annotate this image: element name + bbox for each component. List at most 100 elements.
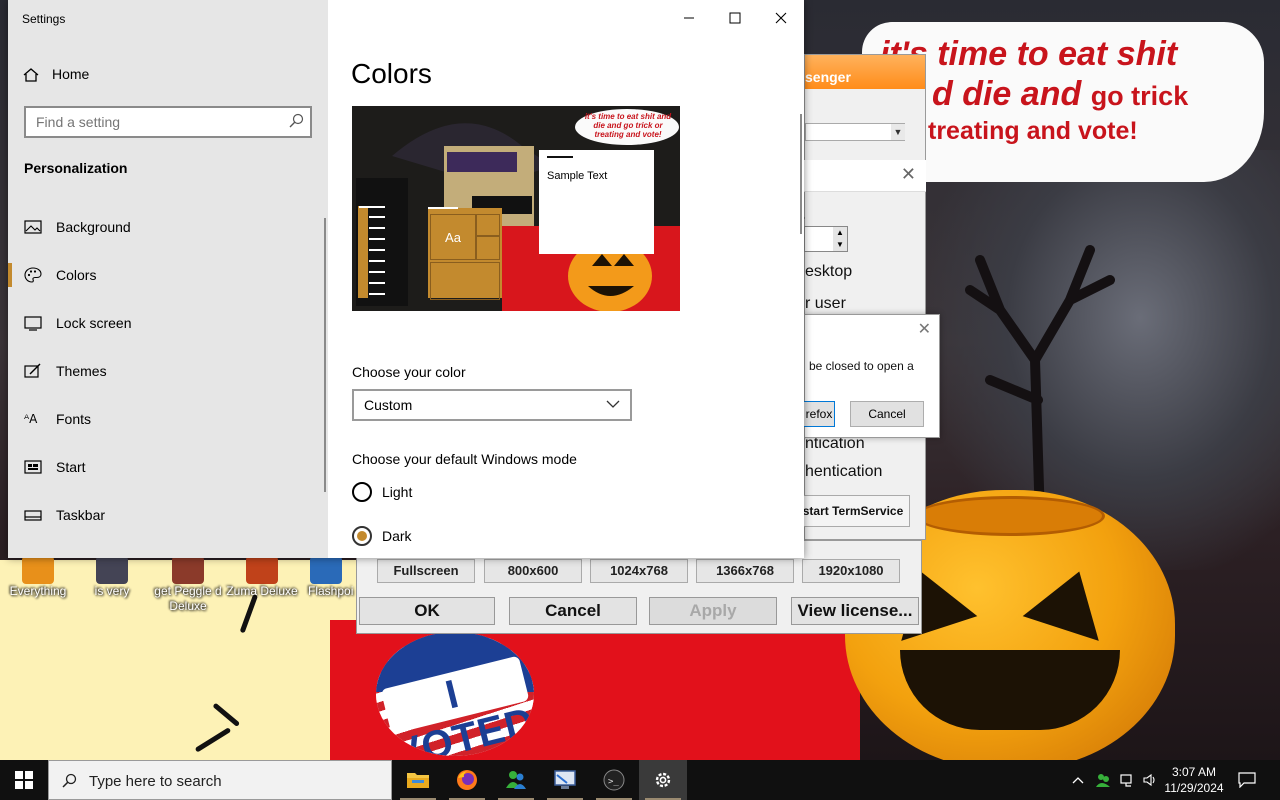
background-messenger-window[interactable]: senger ▼ esktop r user ntication hentica… — [804, 54, 926, 540]
preview-sample-text: Sample Text — [547, 170, 608, 182]
content-scrollbar[interactable] — [800, 114, 802, 234]
desktop-icon-label: Zuma Deluxe — [226, 584, 298, 598]
terminal-app-icon: >_ — [603, 769, 625, 791]
radio-circle-checked[interactable] — [352, 526, 372, 546]
show-hidden-icons-button[interactable] — [1068, 760, 1088, 800]
sidebar-item-themes[interactable]: Themes — [8, 351, 328, 391]
desktop-icon-peggle[interactable]: get Peggle d Deluxe — [150, 556, 226, 614]
taskbar-messenger[interactable] — [492, 760, 540, 800]
sidebar-item-background[interactable]: Background — [8, 207, 328, 247]
desktop-icon-flashpoint[interactable]: Flashpoi — [300, 556, 360, 599]
res-fullscreen-button[interactable]: Fullscreen — [377, 559, 475, 583]
messenger-combo[interactable] — [805, 123, 905, 141]
clock-time: 3:07 AM — [1171, 765, 1217, 779]
speech-line-2a: d die and — [932, 75, 1082, 113]
zuma-icon — [246, 556, 278, 584]
shortcut-icon — [96, 556, 128, 584]
bg-label-user: r user — [805, 295, 846, 312]
choose-color-value: Custom — [364, 397, 413, 413]
res-1024x768-button[interactable]: 1024x768 — [590, 559, 688, 583]
maximize-button[interactable] — [712, 0, 758, 36]
popup-firefox-button[interactable]: refox — [803, 401, 835, 427]
speech-line-2: d die and go trick — [880, 74, 1260, 116]
find-setting-search[interactable] — [24, 106, 312, 138]
spin-up-icon[interactable]: ▲ — [833, 227, 847, 239]
desktop-icon-label: is very — [94, 584, 130, 598]
preview-speech-text: it's time to eat shit and die and go tri… — [584, 112, 672, 139]
desktop-icon-everything[interactable]: Everything — [0, 556, 76, 599]
popup-cancel-button[interactable]: Cancel — [850, 401, 924, 427]
svg-text:>_: >_ — [608, 777, 619, 787]
number-spinner[interactable]: ▲ ▼ — [804, 226, 848, 252]
desktop-icon-label: Flashpoi — [308, 584, 354, 598]
pumpkin-eye-right — [1022, 559, 1118, 641]
wallpaper-tree — [965, 245, 1115, 520]
sidebar-item-colors[interactable]: Colors — [8, 255, 328, 295]
combo-arrow-icon[interactable]: ▼ — [891, 124, 905, 140]
apply-button[interactable]: Apply — [649, 597, 777, 625]
preview-tile-small — [476, 236, 500, 260]
taskbar-firefox[interactable] — [443, 760, 491, 800]
tray-messenger[interactable] — [1092, 760, 1114, 800]
page-title: Colors — [351, 58, 432, 89]
taskbar-icon — [24, 510, 42, 521]
close-icon — [775, 12, 787, 24]
radio-dark[interactable]: Dark — [352, 525, 412, 547]
sidebar-item-lock-screen[interactable]: Lock screen — [8, 303, 328, 343]
preview-tile: Aa — [430, 214, 476, 260]
tray-network[interactable] — [1116, 760, 1138, 800]
spin-down-icon[interactable]: ▼ — [833, 239, 847, 251]
radio-dark-label: Dark — [382, 528, 412, 544]
taskbar-terminal-app[interactable]: >_ — [590, 760, 638, 800]
close-icon[interactable]: ✕ — [901, 164, 916, 185]
close-icon[interactable]: ✕ — [918, 319, 931, 339]
res-1920x1080-button[interactable]: 1920x1080 — [802, 559, 900, 583]
search-input[interactable] — [26, 108, 276, 136]
settings-sidebar: Settings Home Personalization Background — [8, 0, 328, 558]
file-explorer-icon — [407, 773, 429, 788]
taskbar-file-explorer[interactable] — [394, 760, 442, 800]
search-icon — [62, 773, 77, 788]
volume-icon — [1143, 773, 1155, 787]
radio-circle[interactable] — [352, 482, 372, 502]
clock-date: 11/29/2024 — [1164, 781, 1224, 795]
action-center-button[interactable] — [1232, 760, 1262, 800]
start-button[interactable] — [0, 760, 48, 800]
home-nav-item[interactable]: Home — [22, 66, 89, 86]
section-title: Personalization — [24, 160, 128, 176]
sidebar-item-taskbar[interactable]: Taskbar — [8, 495, 328, 535]
sidebar-item-fonts[interactable]: ᴬA Fonts — [8, 399, 328, 439]
search-icon — [289, 113, 304, 128]
taskbar-clock[interactable]: 3:07 AM 11/29/2024 — [1158, 764, 1230, 796]
taskbar-settings[interactable] — [639, 760, 687, 800]
colors-page: Colors it's time to eat shit and die and… — [328, 0, 804, 558]
res-800x600-button[interactable]: 800x600 — [484, 559, 582, 583]
taskbar-search-box[interactable]: Type here to search — [48, 760, 392, 800]
cancel-button[interactable]: Cancel — [509, 597, 637, 625]
minimize-button[interactable] — [666, 0, 712, 36]
firefox-popup-dialog: ✕ be closed to open a refox Cancel — [803, 314, 940, 438]
start-menu-icon — [24, 460, 42, 474]
choose-color-dropdown[interactable]: Custom — [352, 389, 632, 421]
notification-icon — [1238, 772, 1256, 788]
taskbar: Type here to search >_ 3:07 AM 11/29/202… — [0, 760, 1280, 800]
ok-button[interactable]: OK — [359, 597, 495, 625]
res-1366x768-button[interactable]: 1366x768 — [696, 559, 794, 583]
desktop-icon-zuma[interactable]: Zuma Deluxe — [224, 556, 300, 599]
choose-color-label: Choose your color — [352, 364, 466, 380]
network-icon — [1120, 774, 1132, 787]
close-button[interactable] — [758, 0, 804, 36]
popup-message: be closed to open a — [809, 359, 914, 373]
desktop-icon-label: Everything — [9, 584, 67, 598]
start-termservice-button[interactable]: start TermService — [796, 495, 910, 527]
desktop-icon-is-very[interactable]: is very — [74, 556, 150, 599]
sidebar-item-start[interactable]: Start — [8, 447, 328, 487]
taskbar-remote-desktop[interactable] — [541, 760, 589, 800]
lock-screen-icon — [24, 316, 42, 331]
sidebar-scrollbar[interactable] — [324, 218, 326, 492]
bg-label-authentication-2: hentication — [805, 463, 883, 480]
palette-icon — [24, 267, 42, 283]
view-license-button[interactable]: View license... — [791, 597, 919, 625]
messenger-icon — [506, 771, 526, 789]
radio-light[interactable]: Light — [352, 481, 412, 503]
